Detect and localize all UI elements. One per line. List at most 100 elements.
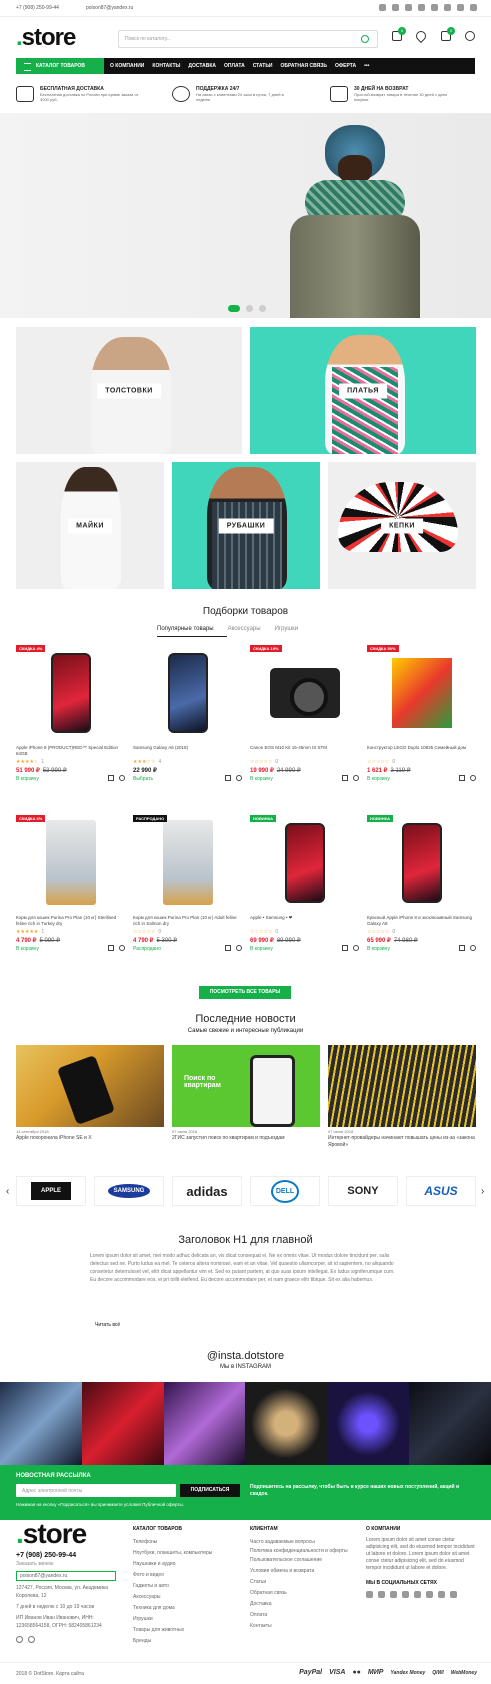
insta-photo[interactable] bbox=[327, 1382, 410, 1465]
heart-icon[interactable] bbox=[236, 945, 242, 951]
cart-icon[interactable]: 0 bbox=[441, 27, 455, 41]
heart-icon[interactable] bbox=[353, 775, 359, 781]
top-email[interactable]: poison87@yandex.ru bbox=[86, 5, 133, 11]
category-tshirts[interactable]: МАЙКИ bbox=[16, 462, 164, 589]
search-input[interactable]: Поиск по каталогу... bbox=[118, 30, 378, 48]
brand-samsung[interactable]: SAMSUNG bbox=[94, 1176, 164, 1206]
logo[interactable]: .store bbox=[16, 24, 76, 52]
youtube-icon[interactable] bbox=[431, 4, 438, 11]
twitter-icon[interactable] bbox=[426, 1591, 433, 1598]
brand-adidas[interactable]: adidas bbox=[172, 1176, 242, 1206]
insta-handle[interactable]: @insta.dotstore bbox=[0, 1350, 491, 1362]
news-card[interactable]: 14 сентября 2018 Apple похоронила iPhone… bbox=[16, 1045, 164, 1141]
tab-accessories[interactable]: Аксессуары bbox=[228, 626, 261, 632]
compare-icon[interactable]: 0 bbox=[392, 27, 406, 41]
footer-email[interactable]: poison87@yandex.ru bbox=[16, 1571, 116, 1581]
category-hoodies[interactable]: ТОЛСТОВКИ bbox=[16, 327, 242, 454]
footer-link[interactable]: Техника для дома bbox=[133, 1603, 212, 1614]
odnoklassniki-icon[interactable] bbox=[418, 4, 425, 11]
product-image[interactable] bbox=[250, 815, 359, 910]
footer-link[interactable]: Гаджеты и авто bbox=[133, 1581, 212, 1592]
insta-photo[interactable] bbox=[163, 1382, 246, 1465]
product-name[interactable]: Apple iPhone 8 (PRODUCT)RED™ Special Edi… bbox=[16, 745, 125, 757]
insta-photo[interactable] bbox=[81, 1382, 164, 1465]
nav-item-feedback[interactable]: ОБРАТНАЯ СВЯЗЬ bbox=[281, 63, 327, 69]
compare-icon[interactable] bbox=[459, 775, 465, 781]
heart-icon[interactable] bbox=[236, 775, 242, 781]
show-all-products-button[interactable]: ПОСМОТРЕТЬ ВСЕ ТОВАРЫ bbox=[199, 986, 291, 999]
product-image[interactable] bbox=[367, 815, 476, 910]
product-image[interactable] bbox=[133, 645, 242, 740]
pinterest-icon[interactable] bbox=[450, 1591, 457, 1598]
news-card[interactable]: Поиск по квартирам 07 июля 2018 2ГИС зап… bbox=[172, 1045, 320, 1141]
footer-link[interactable]: Часто задаваемые вопросы bbox=[250, 1537, 350, 1548]
product-card[interactable]: РАСПРОДАНО Корм для кошек Purina Pro Plan… bbox=[133, 815, 242, 980]
category-dresses[interactable]: ПЛАТЬЯ bbox=[250, 327, 476, 454]
footer-link[interactable]: Ноутбуки, планшеты, компьютеры bbox=[133, 1548, 212, 1559]
product-image[interactable] bbox=[133, 815, 242, 910]
google-plus-icon[interactable] bbox=[438, 1591, 445, 1598]
footer-link[interactable]: Статьи bbox=[250, 1577, 350, 1588]
compare-icon[interactable] bbox=[459, 945, 465, 951]
product-name[interactable]: Конструктор LEGO Duplo 10835 Семейный до… bbox=[367, 745, 476, 751]
product-name[interactable]: Корм для кошек Purina Pro Plan (10 кг) S… bbox=[16, 915, 125, 927]
category-shirts[interactable]: РУБАШКИ bbox=[172, 462, 320, 589]
add-to-cart-button[interactable]: В корзину bbox=[250, 946, 273, 952]
product-card[interactable]: СКИДКА 6% Корм для кошек Purina Pro Plan … bbox=[16, 815, 125, 980]
category-caps[interactable]: КЕПКИ bbox=[328, 462, 476, 589]
footer-link[interactable]: Наушники и аудио bbox=[133, 1559, 212, 1570]
product-card[interactable]: НОВИНКА Apple • Samsung • ❤ ☆☆☆☆☆ 0 69 990 ₽… bbox=[250, 815, 359, 980]
nav-item-about[interactable]: О КОМПАНИИ bbox=[110, 63, 144, 69]
facebook-icon[interactable] bbox=[378, 1591, 385, 1598]
brands-prev-icon[interactable]: ‹ bbox=[6, 1186, 9, 1197]
footer-link[interactable]: Обратная связь bbox=[250, 1588, 350, 1599]
add-to-cart-button[interactable]: В корзину bbox=[367, 946, 390, 952]
compare-icon[interactable] bbox=[225, 945, 231, 951]
instagram-icon[interactable] bbox=[390, 1591, 397, 1598]
nav-item-delivery[interactable]: ДОСТАВКА bbox=[188, 63, 216, 69]
add-to-cart-button[interactable]: Выбрать bbox=[133, 776, 153, 782]
footer-link[interactable]: Аксессуары bbox=[133, 1592, 212, 1603]
pinterest-icon[interactable] bbox=[470, 4, 477, 11]
footer-link[interactable]: Политика конфиденциальности и оферты bbox=[250, 1548, 350, 1555]
product-card[interactable]: СКИДКА 19% Canon EOS M10 Kit 15-45mm IS S… bbox=[250, 645, 359, 810]
vk-icon[interactable] bbox=[379, 4, 386, 11]
heart-icon[interactable] bbox=[413, 28, 429, 44]
compare-icon[interactable] bbox=[108, 945, 114, 951]
product-image[interactable] bbox=[250, 645, 359, 740]
footer-link[interactable]: Условия обмена и возврата bbox=[250, 1566, 350, 1577]
brand-sony[interactable]: SONY bbox=[328, 1176, 398, 1206]
footer-phone[interactable]: +7 (908) 250-99-44 bbox=[16, 1552, 116, 1560]
read-more-link[interactable]: Читать всё bbox=[95, 1322, 120, 1328]
product-card[interactable]: СКИДКА 4% Apple iPhone 8 (PRODUCT)RED™ Sp… bbox=[16, 645, 125, 810]
compare-icon[interactable] bbox=[342, 775, 348, 781]
footer-logo[interactable]: .store bbox=[16, 1518, 87, 1550]
product-name[interactable]: Samsung Galaxy A6 (2018) bbox=[133, 745, 242, 751]
nav-item-more[interactable]: ••• bbox=[364, 63, 369, 69]
footer-link[interactable]: Фото и видео bbox=[133, 1570, 212, 1581]
footer-link[interactable]: Пользовательское соглашение bbox=[250, 1555, 350, 1566]
brand-asus[interactable]: ASUS bbox=[406, 1176, 476, 1206]
heart-icon[interactable] bbox=[470, 945, 476, 951]
product-card[interactable]: СКИДКА 50% Конструктор LEGO Duplo 10835 С… bbox=[367, 645, 476, 810]
odnoklassniki-icon[interactable] bbox=[402, 1591, 409, 1598]
insta-photo[interactable] bbox=[0, 1382, 82, 1465]
vk-icon[interactable] bbox=[366, 1591, 373, 1598]
top-phone[interactable]: +7 (908) 250-99-44 bbox=[16, 5, 59, 11]
insta-photo[interactable] bbox=[245, 1382, 328, 1465]
add-to-cart-button[interactable]: В корзину bbox=[16, 946, 39, 952]
product-name[interactable]: Apple • Samsung • ❤ bbox=[250, 915, 359, 921]
footer-link[interactable]: Телефоны bbox=[133, 1537, 212, 1548]
footer-link[interactable]: Бренды bbox=[133, 1636, 212, 1647]
nav-item-articles[interactable]: СТАТЬИ bbox=[253, 63, 273, 69]
product-card[interactable]: Samsung Galaxy A6 (2018) ★★★☆☆ 4 22 990 ₽ Вы… bbox=[133, 645, 242, 810]
footer-link[interactable]: Игрушки bbox=[133, 1614, 212, 1625]
facebook-icon[interactable] bbox=[392, 4, 399, 11]
callback-link[interactable]: Заказать звонок bbox=[16, 1560, 116, 1568]
twitter-icon[interactable] bbox=[444, 4, 451, 11]
footer-link[interactable]: Товары для животных bbox=[133, 1625, 212, 1636]
product-image[interactable] bbox=[16, 645, 125, 740]
brand-dell[interactable]: DELL bbox=[250, 1176, 320, 1206]
footer-link[interactable]: Контакты bbox=[250, 1621, 350, 1632]
youtube-icon[interactable] bbox=[414, 1591, 421, 1598]
